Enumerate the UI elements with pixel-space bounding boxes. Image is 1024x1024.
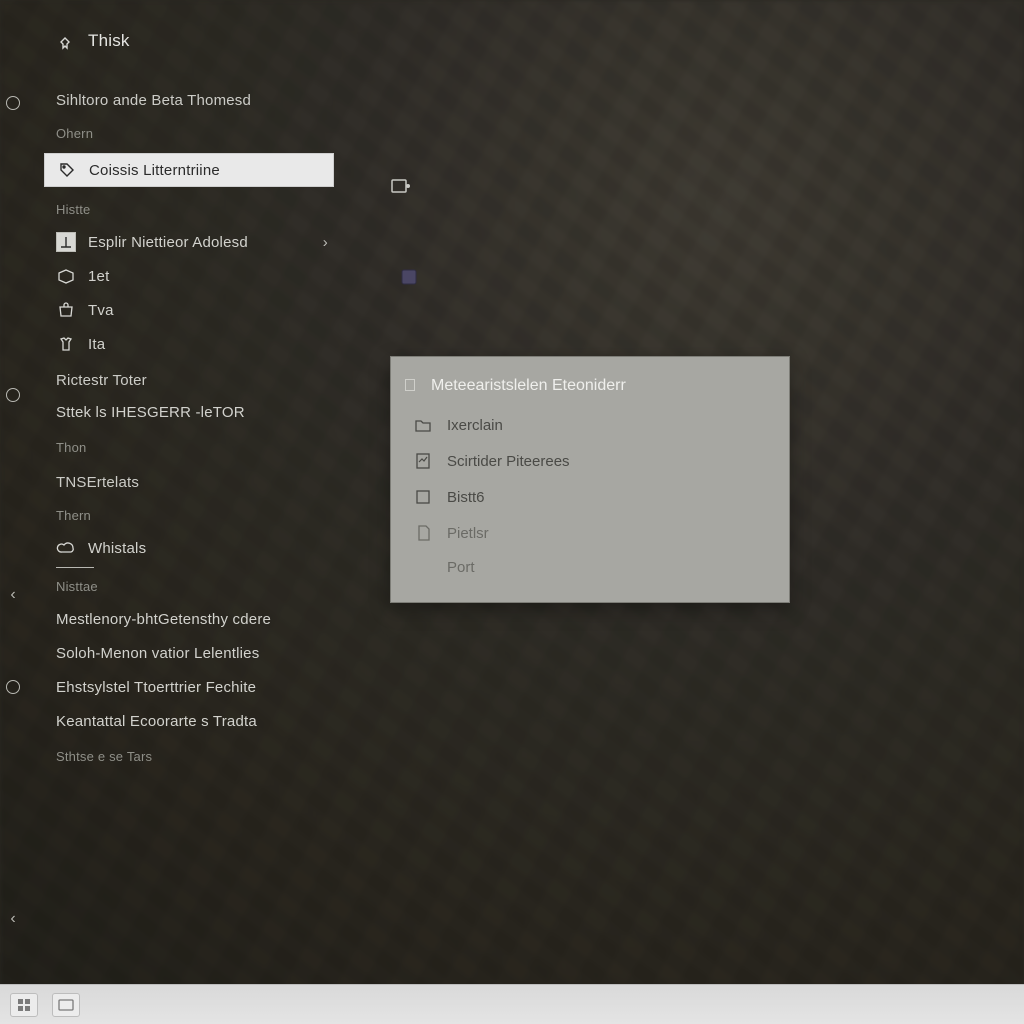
shirt-icon	[56, 334, 76, 354]
folder-icon	[413, 415, 433, 435]
pinned-tile-label: Coissis Litterntriine	[89, 162, 220, 179]
quicklist-item[interactable]: Ita	[0, 327, 348, 361]
app-square-icon	[56, 232, 76, 252]
menu-title-text: Thisk	[88, 31, 130, 51]
menu-item[interactable]: Ehstsylstel Ttoerttrier Fechite	[0, 670, 348, 704]
recent-item[interactable]: Esplir Niettieor Adolesd	[0, 225, 348, 259]
recent-item-label: Esplir Niettieor Adolesd	[88, 234, 248, 251]
taskbar-button[interactable]	[52, 993, 80, 1017]
context-menu-item[interactable]: Pietlsr	[391, 515, 789, 551]
start-menu-panel: ‹ ‹ Thisk Sihltoro ande Beta Thomesd Ohe…	[0, 0, 348, 832]
menu-sub-label: Thern	[0, 497, 348, 531]
quicklist-item[interactable]: 1et	[0, 259, 348, 293]
context-menu: Meteearistslelen Eteoniderr Ixerclain Sc…	[390, 356, 790, 603]
context-menu-item[interactable]: Port	[391, 551, 789, 584]
menu-title: Thisk	[0, 24, 348, 58]
menu-item[interactable]: Keantattal Ecoorarte s Tradta	[0, 704, 348, 738]
menu-sub-label: Nisttae	[0, 568, 348, 602]
bag-icon	[56, 300, 76, 320]
menu-section-heading: TNSErtelats	[0, 463, 348, 497]
menu-item[interactable]: Whistals	[0, 531, 348, 565]
document-icon	[413, 451, 433, 471]
page-icon	[413, 523, 433, 543]
menu-item[interactable]: Mestlenory-bhtGetensthy cdere	[0, 602, 348, 636]
menu-item[interactable]: Sttek ls IHESGERR -leTOR	[0, 395, 348, 429]
menu-section-heading: Rictestr Toter	[0, 361, 348, 395]
cloud-icon	[56, 538, 76, 558]
menu-item[interactable]: Sthtse e se Tars	[0, 738, 348, 772]
taskbar-start-button[interactable]	[10, 993, 38, 1017]
pinned-tile[interactable]: Coissis Litterntriine	[44, 153, 334, 187]
quicklist-item[interactable]: Tva	[0, 293, 348, 327]
menu-heading: Sihltoro ande Beta Thomesd	[0, 66, 348, 115]
collapse-chevron-icon[interactable]: ‹	[6, 912, 20, 926]
context-menu-item[interactable]: Ixerclain	[391, 407, 789, 443]
menu-heading-sub: Ohern	[0, 115, 348, 149]
tag-icon	[57, 160, 77, 180]
context-menu-item[interactable]: Bistt6	[391, 479, 789, 515]
context-menu-item[interactable]: Scirtider Piteerees	[391, 443, 789, 479]
menu-item[interactable]: Soloh-Menon vatior Lelentlies	[0, 636, 348, 670]
context-menu-title: Meteearistslelen Eteoniderr	[391, 367, 789, 407]
pin-icon	[56, 31, 76, 51]
menu-heading-text: Sihltoro ande Beta Thomesd	[56, 92, 251, 109]
taskbar	[0, 984, 1024, 1024]
menu-sub-label: Thon	[0, 429, 348, 463]
history-label: Histte	[0, 191, 348, 225]
square-icon	[413, 487, 433, 507]
box-icon	[56, 266, 76, 286]
desktop-shortcut-icon[interactable]	[390, 176, 412, 198]
desktop-shortcut-icon[interactable]	[398, 266, 420, 288]
